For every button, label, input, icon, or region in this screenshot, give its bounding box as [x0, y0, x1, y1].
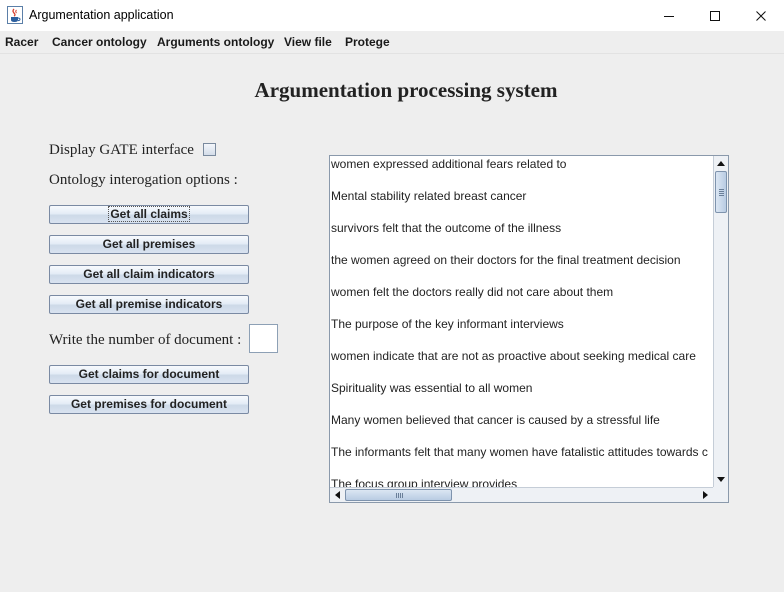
horizontal-scroll-thumb[interactable] [345, 489, 452, 501]
maximize-button[interactable] [692, 0, 738, 31]
scroll-down-button[interactable] [714, 472, 728, 486]
result-line: The purpose of the key informant intervi… [331, 317, 564, 331]
scroll-left-button[interactable] [330, 488, 344, 502]
result-line: women felt the doctors really did not ca… [331, 285, 614, 299]
get-all-premise-indicators-button[interactable]: Get all premise indicators [49, 295, 249, 314]
document-number-label: Write the number of document : [49, 332, 242, 348]
result-line: survivors felt that the outcome of the i… [331, 221, 562, 235]
result-line: the women agreed on their doctors for th… [331, 253, 681, 267]
get-premises-for-document-button[interactable]: Get premises for document [49, 395, 249, 414]
result-line: Mental stability related breast cancer [331, 189, 527, 203]
menu-protege[interactable]: Protege [345, 35, 390, 49]
menu-bar: Racer Cancer ontology Arguments ontology… [0, 31, 784, 54]
maximize-icon [710, 10, 720, 21]
minimize-icon [664, 15, 674, 17]
page-title: Argumentation processing system [254, 78, 558, 102]
get-all-claims-button[interactable]: Get all claims [49, 205, 249, 224]
result-line: Many women believed that cancer is cause… [331, 413, 660, 427]
java-cup-icon [7, 6, 23, 24]
menu-cancer-ontology[interactable]: Cancer ontology [52, 35, 147, 49]
get-all-claims-label: Get all claims [108, 206, 190, 222]
result-line: The focus group interview provides [331, 477, 518, 487]
gate-label: Display GATE interface [49, 142, 194, 158]
get-all-claim-indicators-button[interactable]: Get all claim indicators [49, 265, 249, 284]
vertical-scrollbar[interactable] [713, 156, 728, 487]
document-number-input[interactable] [249, 324, 278, 353]
vertical-scroll-thumb[interactable] [715, 171, 727, 213]
scroll-down-arrow-icon [717, 476, 725, 482]
scroll-up-arrow-icon [717, 160, 725, 166]
scroll-left-arrow-icon [334, 491, 340, 499]
minimize-button[interactable] [646, 0, 692, 31]
result-line: women expressed additional fears related… [331, 157, 567, 171]
result-line: The informants felt that many women have… [331, 445, 708, 459]
results-text-area[interactable]: women expressed additional fears related… [330, 156, 713, 487]
close-icon [756, 10, 766, 21]
gate-checkbox[interactable] [203, 143, 216, 156]
result-line: Spirituality was essential to all women [331, 381, 533, 395]
menu-arguments-ontology[interactable]: Arguments ontology [157, 35, 274, 49]
window-title: Argumentation application [29, 8, 174, 22]
scroll-corner [713, 487, 728, 502]
menu-racer[interactable]: Racer [5, 35, 38, 49]
horizontal-scrollbar[interactable] [330, 487, 713, 502]
title-bar: Argumentation application [0, 0, 784, 31]
results-scroll-pane: women expressed additional fears related… [329, 155, 729, 503]
ontology-options-label: Ontology interogation options : [49, 172, 238, 188]
scroll-up-button[interactable] [714, 156, 728, 170]
scroll-right-button[interactable] [698, 488, 712, 502]
menu-view-file[interactable]: View file [284, 35, 332, 49]
scroll-right-arrow-icon [702, 491, 708, 499]
result-line: women indicate that are not as proactive… [331, 349, 696, 363]
close-button[interactable] [738, 0, 784, 31]
get-claims-for-document-button[interactable]: Get claims for document [49, 365, 249, 384]
get-all-premises-button[interactable]: Get all premises [49, 235, 249, 254]
